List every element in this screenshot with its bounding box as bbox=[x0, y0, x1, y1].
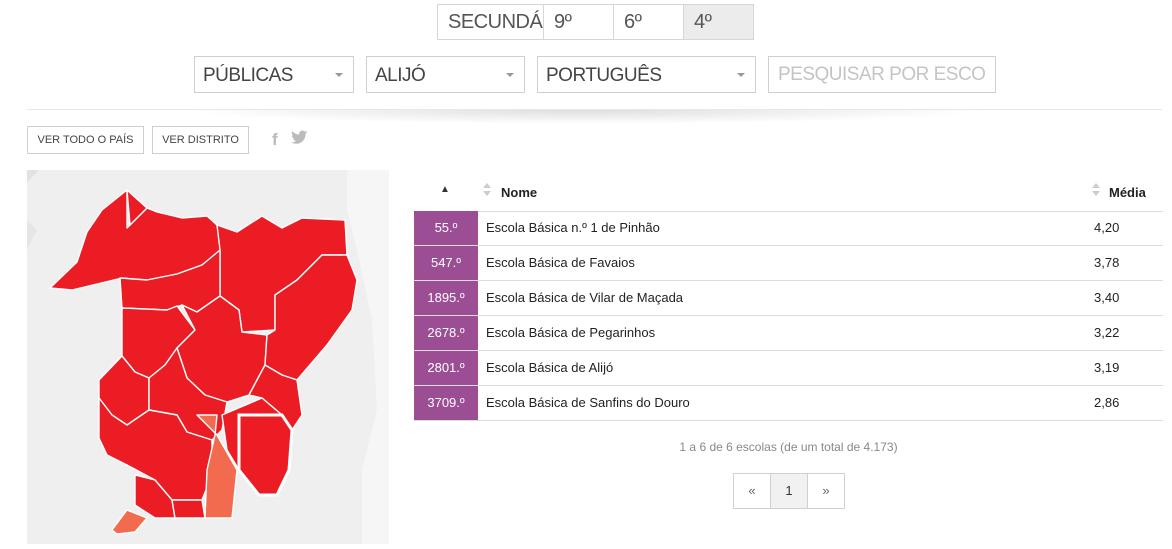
school-average: 3,78 bbox=[1094, 255, 1120, 270]
tab-label: 4º ANO bbox=[694, 11, 712, 33]
municipality-select[interactable]: ALIJÓ bbox=[366, 56, 525, 93]
school-name[interactable]: Escola Básica de Vilar de Maçada bbox=[486, 281, 683, 315]
chevron-down-icon bbox=[335, 73, 343, 77]
municipality-value: ALIJÓ bbox=[375, 65, 426, 86]
rank-badge: 2801.º bbox=[414, 351, 478, 385]
tab-label: 6º ANO bbox=[624, 11, 642, 33]
school-average: 3,19 bbox=[1094, 360, 1120, 375]
tab-secundario[interactable]: SECUNDÁRIO bbox=[438, 5, 544, 39]
ranking-table-header: ▲ Nome Média bbox=[414, 178, 1163, 212]
school-type-select[interactable]: PÚBLICAS bbox=[194, 56, 354, 93]
table-row[interactable]: 2678.º Escola Básica de Pegarinhos 3,22 bbox=[414, 316, 1163, 351]
parish-region bbox=[171, 499, 206, 519]
school-average: 2,86 bbox=[1094, 395, 1120, 410]
tab-4-ano[interactable]: 4º ANO bbox=[684, 5, 753, 39]
search-input[interactable] bbox=[769, 57, 995, 92]
subject-value: PORTUGUÊS bbox=[546, 65, 662, 86]
school-average: 3,22 bbox=[1094, 325, 1120, 340]
pagination: « 1 » bbox=[733, 473, 845, 509]
header-shadow bbox=[180, 110, 990, 124]
school-name[interactable]: Escola Básica de Favaios bbox=[486, 246, 635, 280]
table-row[interactable]: 547.º Escola Básica de Favaios 3,78 bbox=[414, 246, 1163, 281]
level-tabs: SECUNDÁRIO 9º ANO 6º ANO 4º ANO bbox=[437, 4, 754, 40]
school-name[interactable]: Escola Básica de Sanfins do Douro bbox=[486, 386, 690, 420]
table-row[interactable]: 55.º Escola Básica n.º 1 de Pinhão 4,20 bbox=[414, 211, 1163, 246]
sort-arrows-icon[interactable] bbox=[1092, 183, 1100, 199]
school-average: 4,20 bbox=[1094, 220, 1120, 235]
rank-badge: 55.º bbox=[414, 211, 478, 245]
school-type-value: PÚBLICAS bbox=[203, 65, 293, 86]
chevron-down-icon bbox=[506, 73, 514, 77]
tab-9-ano[interactable]: 9º ANO bbox=[544, 5, 614, 39]
view-district-button[interactable]: VER DISTRITO bbox=[152, 126, 249, 154]
tab-label: SECUNDÁRIO bbox=[448, 11, 543, 33]
table-row[interactable]: 1895.º Escola Básica de Vilar de Maçada … bbox=[414, 281, 1163, 316]
district-map bbox=[27, 170, 389, 544]
sort-arrows-icon[interactable] bbox=[483, 183, 491, 199]
subject-select[interactable]: PORTUGUÊS bbox=[537, 56, 756, 93]
facebook-icon[interactable]: f bbox=[272, 130, 278, 150]
twitter-icon[interactable] bbox=[291, 130, 308, 150]
rank-badge: 3709.º bbox=[414, 386, 478, 420]
tab-6-ano[interactable]: 6º ANO bbox=[614, 5, 684, 39]
rank-badge: 1895.º bbox=[414, 281, 478, 315]
rank-badge: 2678.º bbox=[414, 316, 478, 350]
table-row[interactable]: 2801.º Escola Básica de Alijó 3,19 bbox=[414, 351, 1163, 386]
view-country-button[interactable]: VER TODO O PAÍS bbox=[27, 126, 144, 154]
tab-label: 9º ANO bbox=[554, 11, 572, 33]
page-button-current[interactable]: 1 bbox=[771, 474, 808, 508]
school-name[interactable]: Escola Básica de Pegarinhos bbox=[486, 316, 655, 350]
column-header-name[interactable]: Nome bbox=[501, 185, 537, 200]
school-search bbox=[768, 56, 996, 93]
sort-rank-indicator[interactable]: ▲ bbox=[440, 184, 450, 195]
table-row[interactable]: 3709.º Escola Básica de Sanfins do Douro… bbox=[414, 386, 1163, 421]
twitter-bird-shape bbox=[291, 130, 308, 144]
school-average: 3,40 bbox=[1094, 290, 1120, 305]
school-name[interactable]: Escola Básica de Alijó bbox=[486, 351, 613, 385]
previous-page-button[interactable]: « bbox=[734, 474, 771, 508]
chevron-down-icon bbox=[737, 73, 745, 77]
results-summary: 1 a 6 de 6 escolas (de um total de 4.173… bbox=[679, 440, 898, 454]
column-header-average[interactable]: Média bbox=[1109, 185, 1146, 200]
rank-badge: 547.º bbox=[414, 246, 478, 280]
school-name[interactable]: Escola Básica n.º 1 de Pinhão bbox=[486, 211, 660, 245]
next-page-button[interactable]: » bbox=[808, 474, 844, 508]
